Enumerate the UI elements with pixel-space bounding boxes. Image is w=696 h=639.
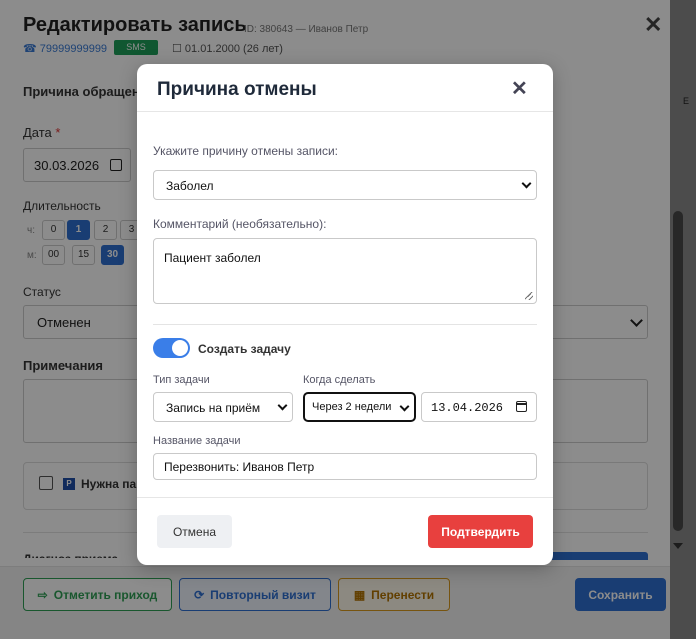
task-type-select[interactable]: Запись на приём	[153, 392, 293, 422]
create-task-label: Создать задачу	[198, 342, 291, 356]
modal-close-icon[interactable]: ✕	[511, 76, 528, 101]
modal-header: Причина отмены ✕	[137, 64, 553, 112]
modal-divider	[153, 324, 537, 325]
reason-prompt-label: Укажите причину отмены записи:	[153, 144, 338, 158]
reason-select[interactable]: Заболел	[153, 170, 537, 200]
task-name-input[interactable]: Перезвонить: Иванов Петр	[153, 453, 537, 480]
create-task-toggle[interactable]	[153, 338, 190, 358]
task-date-input[interactable]: 13.04.2026	[421, 392, 537, 422]
chevron-down-icon	[277, 400, 288, 411]
modal-footer-divider	[137, 497, 553, 498]
chevron-down-icon	[521, 178, 532, 189]
task-type-label: Тип задачи	[153, 374, 210, 386]
toggle-knob	[172, 340, 188, 356]
comment-label: Комментарий (необязательно):	[153, 217, 327, 231]
chevron-down-icon	[399, 401, 410, 412]
when-label: Когда сделать	[303, 374, 376, 386]
modal-title: Причина отмены	[157, 79, 317, 100]
comment-textarea[interactable]: Пациент заболел	[153, 238, 537, 304]
task-name-label: Название задачи	[153, 435, 241, 447]
confirm-button[interactable]: Подтвердить	[428, 515, 533, 548]
cancel-reason-modal: Причина отмены ✕ Укажите причину отмены …	[137, 64, 553, 565]
calendar-icon[interactable]	[516, 401, 527, 412]
when-select[interactable]: Через 2 недели	[303, 392, 416, 422]
cancel-button[interactable]: Отмена	[157, 515, 232, 548]
resize-grip-icon[interactable]	[525, 292, 533, 300]
